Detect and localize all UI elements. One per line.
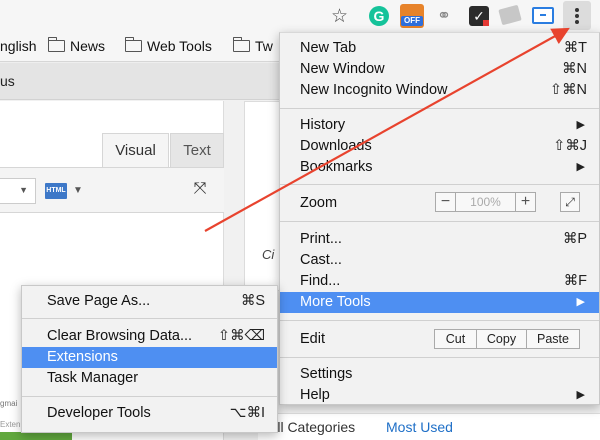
annotation-arrow	[204, 27, 570, 232]
annotation-arrow-line	[204, 27, 570, 232]
